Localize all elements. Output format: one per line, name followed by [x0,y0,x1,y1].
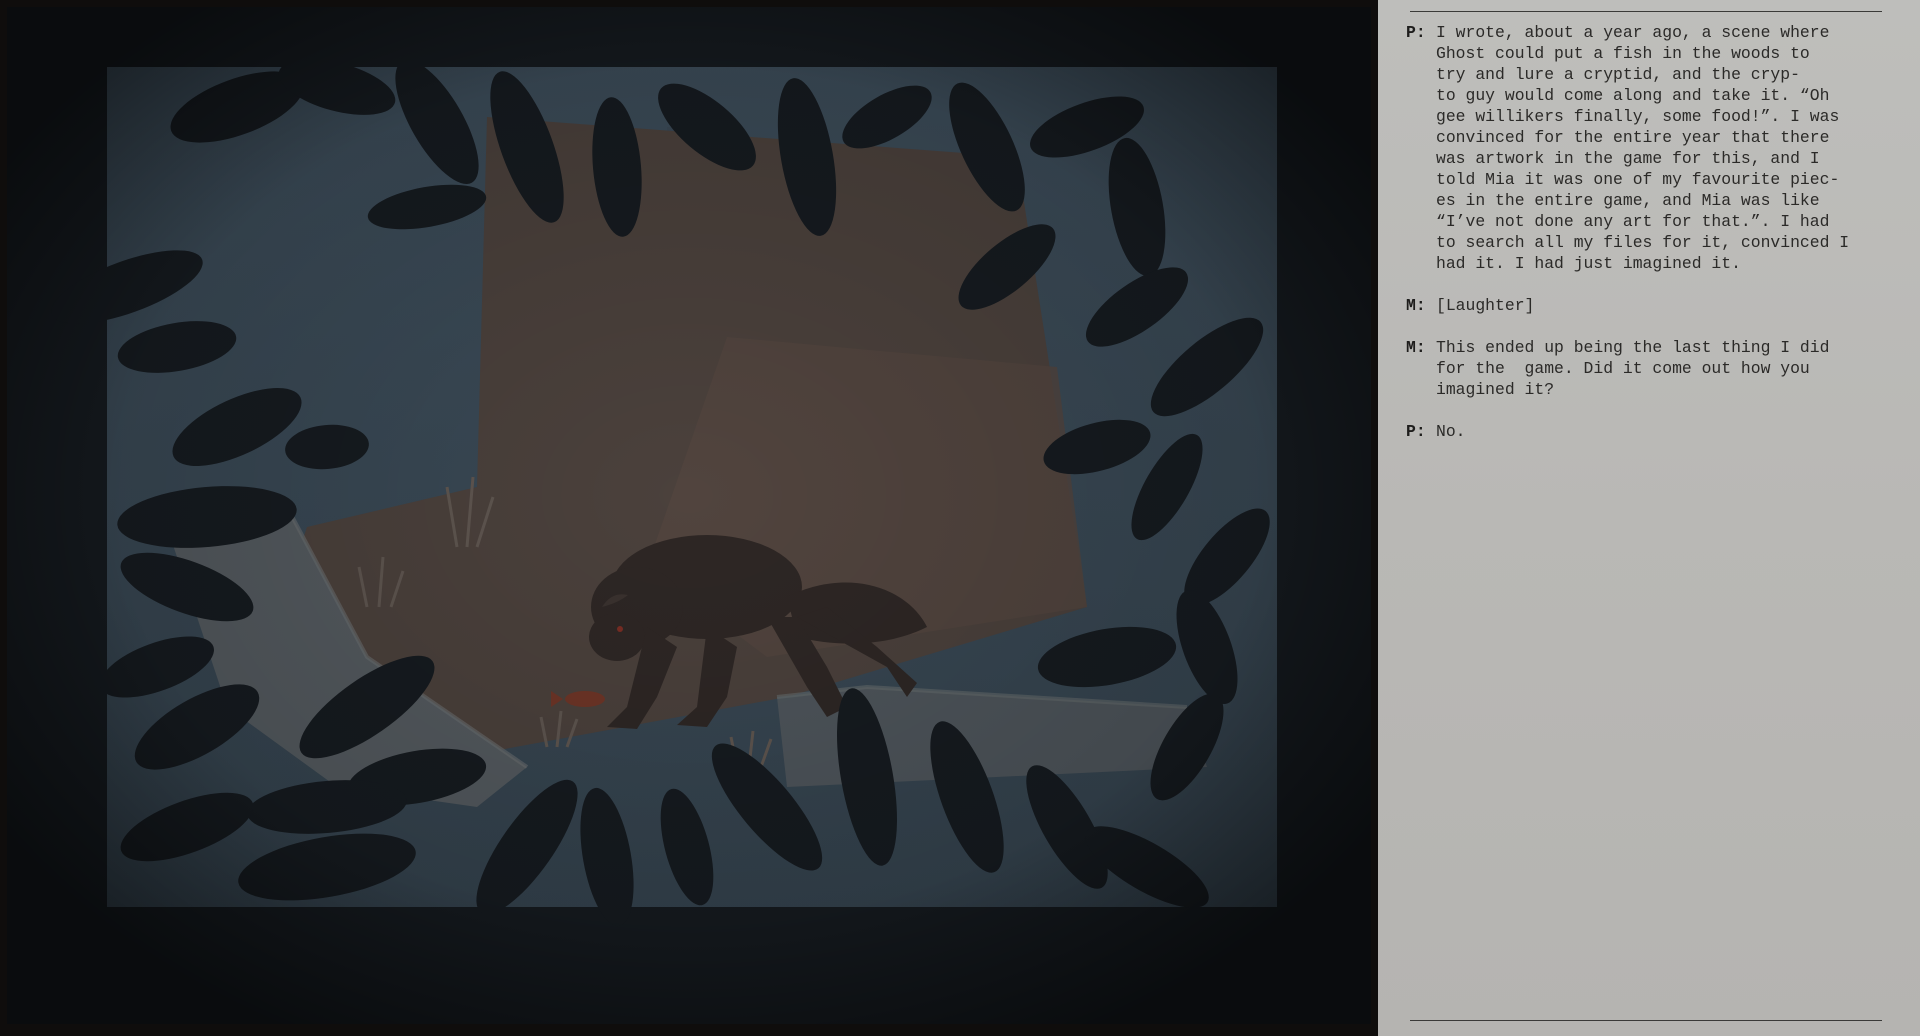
entry-text: I wrote, about a year ago, a scene where… [1436,22,1886,274]
vignette-overlay [7,7,1371,1024]
speaker-label: M: [1406,295,1436,316]
transcript-panel: P: I wrote, about a year ago, a scene wh… [1378,0,1920,1036]
speaker-label: P: [1406,421,1436,442]
transcript-entry: M: This ended up being the last thing I … [1406,337,1886,400]
transcript-entry: P: I wrote, about a year ago, a scene wh… [1406,22,1886,274]
scene-illustration [7,7,1371,1024]
transcript-entry: P: No. [1406,421,1886,442]
entry-text: No. [1436,421,1886,442]
entry-text: [Laughter] [1436,295,1886,316]
game-screen: P: I wrote, about a year ago, a scene wh… [0,0,1920,1036]
transcript: P: I wrote, about a year ago, a scene wh… [1406,22,1886,463]
transcript-entry: M: [Laughter] [1406,295,1886,316]
entry-text: This ended up being the last thing I did… [1436,337,1886,400]
cryptid-in-woods-illustration [7,7,1371,1024]
speaker-label: M: [1406,337,1436,400]
panel-top-divider [1410,11,1882,12]
panel-bottom-divider [1410,1020,1882,1021]
speaker-label: P: [1406,22,1436,274]
